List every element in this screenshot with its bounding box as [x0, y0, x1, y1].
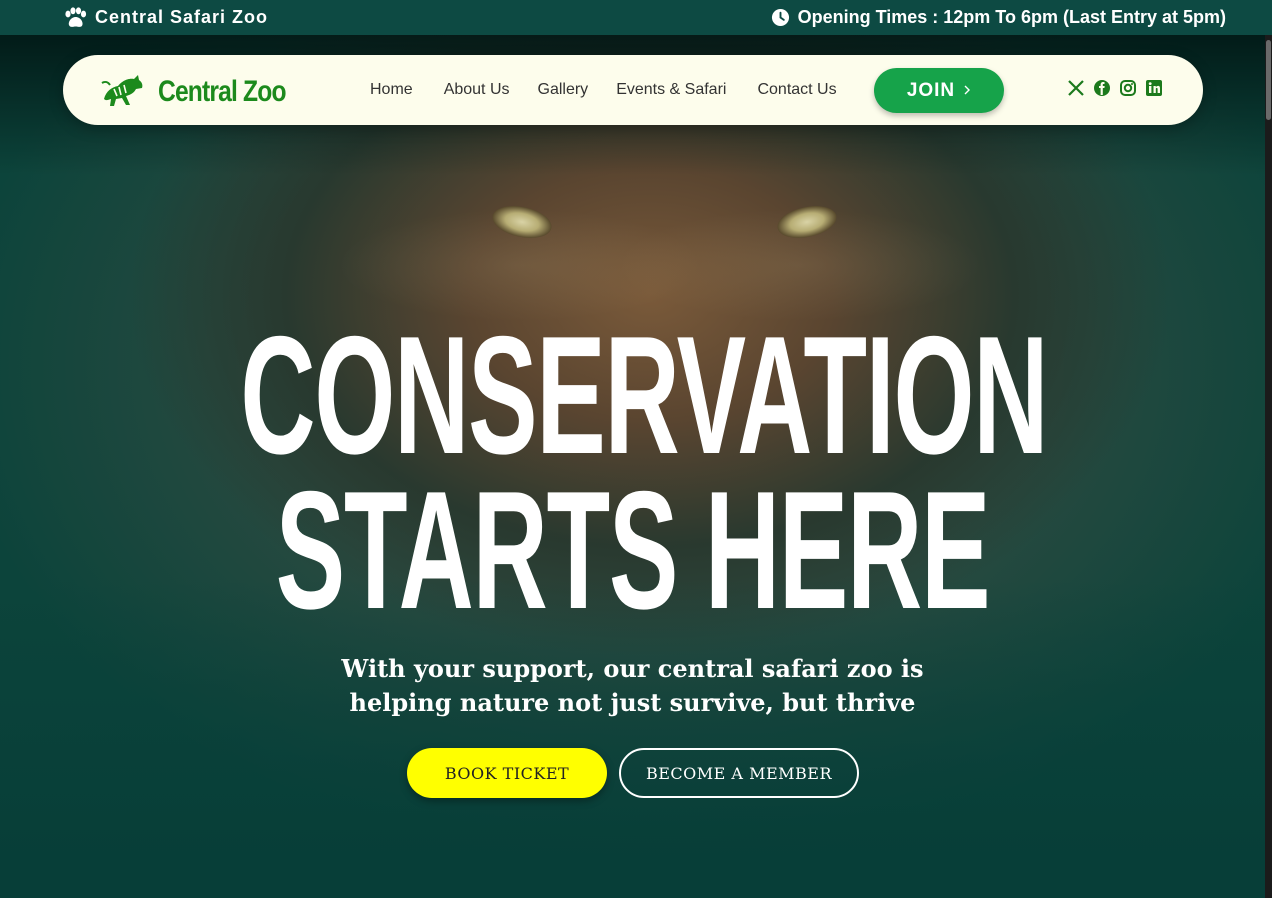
lion-eye-left: [489, 201, 555, 243]
join-button[interactable]: JOIN: [874, 68, 1004, 113]
nav-menu: Home About Us Gallery Events & Safari Co…: [370, 55, 837, 125]
site-logo[interactable]: Central Zoo: [100, 69, 314, 114]
hero-headline: CONSERVATION STARTS HERE: [0, 301, 1265, 644]
hero-subtitle: With your support, our central safari zo…: [0, 652, 1265, 720]
top-bar-brand-text: Central Safari Zoo: [95, 7, 269, 27]
clock-icon: [771, 8, 790, 27]
become-member-button[interactable]: BECOME A MEMBER: [619, 748, 859, 798]
facebook-icon[interactable]: [1093, 79, 1111, 97]
logo-text: Central Zoo: [158, 74, 286, 108]
nav-item-about-us[interactable]: About Us: [444, 81, 510, 99]
subtitle-line-2: helping nature not just survive, but thr…: [349, 688, 916, 717]
top-bar: Central Safari Zoo Opening Times : 12pm …: [0, 0, 1272, 35]
book-ticket-button[interactable]: BOOK TICKET: [407, 748, 607, 798]
scrollbar-thumb[interactable]: [1266, 40, 1271, 120]
opening-times: Opening Times : 12pm To 6pm (Last Entry …: [771, 7, 1226, 28]
instagram-icon[interactable]: [1119, 79, 1137, 97]
headline-line-2: STARTS HERE: [275, 455, 991, 644]
chevron-right-icon: [963, 80, 971, 102]
scrollbar-track[interactable]: [1265, 35, 1272, 898]
tiger-icon: [100, 69, 144, 114]
x-icon[interactable]: [1067, 79, 1085, 97]
paw-icon: [63, 6, 87, 29]
main-navigation: Central Zoo Home About Us Gallery Events…: [63, 55, 1203, 125]
lion-eye-right: [774, 201, 840, 243]
social-links: [1067, 79, 1163, 97]
nav-item-home[interactable]: Home: [370, 81, 413, 99]
nav-item-gallery[interactable]: Gallery: [538, 81, 589, 99]
linkedin-icon[interactable]: [1145, 79, 1163, 97]
subtitle-line-1: With your support, our central safari zo…: [341, 654, 924, 683]
headline-line-1: CONSERVATION: [240, 301, 1048, 489]
top-bar-brand: Central Safari Zoo: [63, 6, 269, 29]
nav-item-contact-us[interactable]: Contact Us: [757, 81, 836, 99]
opening-times-text: Opening Times : 12pm To 6pm (Last Entry …: [797, 7, 1226, 27]
join-label: JOIN: [906, 79, 956, 101]
nav-item-events-safari[interactable]: Events & Safari: [616, 81, 726, 99]
